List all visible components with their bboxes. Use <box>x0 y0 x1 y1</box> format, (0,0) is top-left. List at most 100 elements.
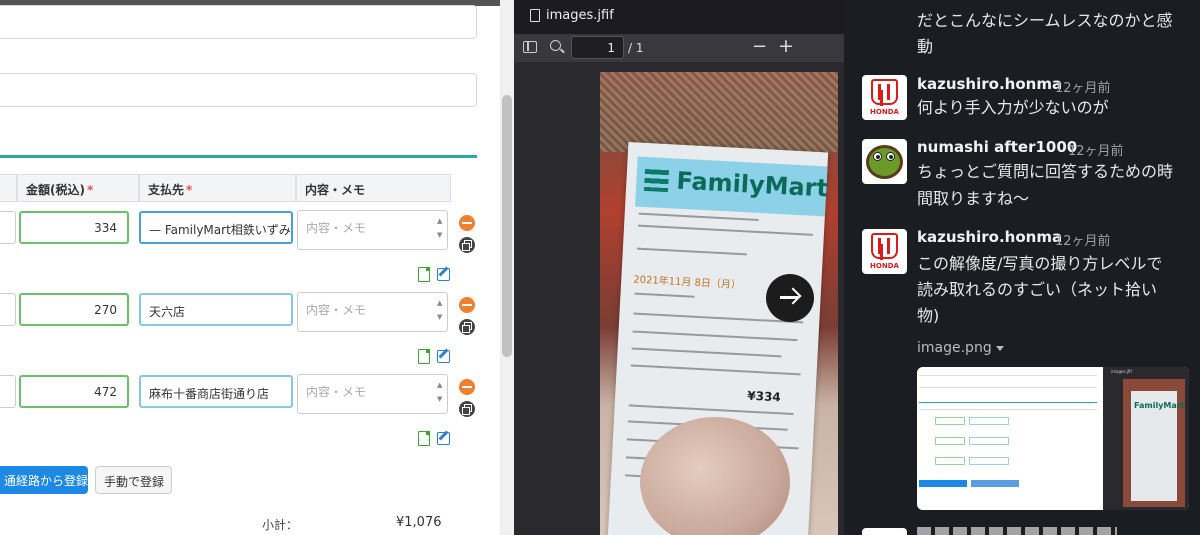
message-text: 読み取れるのすごい（ネット拾い <box>917 280 1158 299</box>
row1-edit-icon[interactable] <box>437 268 450 281</box>
message-text: 物) <box>917 306 940 325</box>
row3-date-input[interactable] <box>0 375 16 408</box>
chat-panel: だとこんなにシームレスなのかと感 動 HONDA kazushiro.honma… <box>844 0 1200 535</box>
attachment-name[interactable]: image.png <box>917 340 992 356</box>
row3-document-icon[interactable] <box>418 431 430 446</box>
search-icon[interactable] <box>550 40 561 51</box>
avatar-brand-text: HONDA <box>870 262 899 270</box>
row1-memo-input[interactable]: 内容・メモ <box>297 210 448 250</box>
familymart-brand: FamilyMart <box>675 166 829 203</box>
row3-payee-input[interactable]: 麻布十番商店街通り店 <box>139 375 293 408</box>
viewer-tab-bar: images.jfif <box>514 0 844 34</box>
zoom-out-button[interactable]: − <box>752 36 767 57</box>
message-text: 動 <box>917 37 934 56</box>
row1-payee-input[interactable]: — FamilyMart相鉄いずみ <box>139 211 293 244</box>
page-total: / 1 <box>628 41 644 55</box>
row2-copy-icon[interactable] <box>459 319 475 335</box>
column-header-payee: 支払先 * <box>139 174 296 202</box>
attachment-thumbnail[interactable]: images.jfif FamilyMart <box>917 367 1189 510</box>
thumbnail-file-name: images.jfif <box>1111 369 1132 374</box>
row1-amount-input[interactable]: 334 <box>19 211 129 244</box>
message-text: ちょっとご質問に回答するための時 <box>917 162 1174 181</box>
receipt-line <box>634 292 695 298</box>
message-username-partial <box>917 527 1117 535</box>
message-timestamp[interactable]: 12ヶ月前 <box>1068 140 1124 159</box>
honda-logo-icon <box>871 233 898 259</box>
receipt-date: 2021年11月 8日（月） <box>632 274 742 292</box>
manual-register-button[interactable]: 手動で登録 <box>95 466 172 494</box>
row3-edit-icon[interactable] <box>437 432 450 445</box>
register-via-route-button[interactable]: 通経路から登録 <box>0 466 88 494</box>
row3-memo-resize[interactable]: ▲ ▼ <box>437 378 445 408</box>
familymart-logo-band: FamilyMart <box>635 156 829 217</box>
thumbnail-form <box>917 367 1101 510</box>
expense-form-panel: 金額(税込) * 支払先 * 内容・メモ 334 — FamilyMart相鉄いずみ… <box>0 0 500 535</box>
section-divider <box>0 155 477 158</box>
kiwi-eye-icon <box>873 152 882 161</box>
sidebar-toggle-icon[interactable] <box>523 41 537 53</box>
kiwi-character-icon <box>866 145 903 179</box>
row2-document-icon[interactable] <box>418 349 430 364</box>
thumbnail-brand: FamilyMart <box>1134 401 1185 410</box>
row1-copy-icon[interactable] <box>459 237 475 253</box>
next-image-arrow-icon[interactable] <box>766 274 814 322</box>
subtotal-value: ¥1,076 <box>396 515 442 530</box>
message-text: 間取りますね〜 <box>917 189 1030 208</box>
row2-payee-input[interactable]: 天六店 <box>139 293 293 326</box>
thumbnail-viewer: images.jfif FamilyMart <box>1103 367 1189 510</box>
familymart-logo-icon <box>643 168 670 193</box>
form-field-2[interactable] <box>0 73 477 107</box>
row2-amount-input[interactable]: 270 <box>19 293 129 326</box>
message-text: 何より手入力が少ないのが <box>917 98 1109 117</box>
message-text: だとこんなにシームレスなのかと感 <box>917 11 1173 30</box>
row2-minus-circle-icon[interactable] <box>459 297 475 313</box>
receipt-line <box>638 224 813 236</box>
message-username[interactable]: numashi after1000 <box>917 138 1077 156</box>
row2-date-input[interactable] <box>0 293 16 326</box>
column-header-memo: 内容・メモ <box>296 174 451 202</box>
message-username[interactable]: kazushiro.honma <box>917 75 1062 93</box>
message-timestamp[interactable]: 12ヶ月前 <box>1055 77 1111 96</box>
receipt-line <box>630 364 801 376</box>
form-field-1[interactable] <box>0 5 477 39</box>
row3-amount-input[interactable]: 472 <box>19 375 129 408</box>
receipt-line <box>636 247 747 256</box>
avatar-brand-text: HONDA <box>870 108 899 116</box>
row2-memo-resize[interactable]: ▲ ▼ <box>437 296 445 326</box>
avatar[interactable] <box>862 139 907 184</box>
kiwi-eye-icon <box>886 152 895 161</box>
row2-memo-input[interactable]: 内容・メモ <box>297 292 448 332</box>
file-icon <box>530 9 540 22</box>
message-username[interactable]: kazushiro.honma <box>917 228 1062 246</box>
honda-logo-icon <box>871 79 898 105</box>
subtotal-label: 小計： <box>262 518 299 532</box>
receipt-total: ¥334 <box>746 388 782 405</box>
row3-copy-icon[interactable] <box>459 401 475 417</box>
row1-minus-circle-icon[interactable] <box>459 215 475 231</box>
viewer-file-name: images.jfif <box>546 8 614 23</box>
message-timestamp[interactable]: 12ヶ月前 <box>1055 230 1111 249</box>
receipt-line <box>628 404 794 416</box>
photo-background <box>600 72 838 152</box>
row1-date-input[interactable] <box>0 211 16 244</box>
avatar[interactable]: HONDA <box>862 229 907 274</box>
page-number-input[interactable]: 1 <box>571 36 624 59</box>
receipt-line <box>638 212 759 221</box>
viewer-toolbar: 1 / 1 − + <box>514 34 844 62</box>
row3-minus-circle-icon[interactable] <box>459 379 475 395</box>
row2-edit-icon[interactable] <box>437 350 450 363</box>
attachment-caret-down-icon[interactable] <box>996 346 1004 351</box>
row1-document-icon[interactable] <box>418 267 430 282</box>
avatar[interactable] <box>862 528 907 535</box>
form-scrollbar-thumb[interactable] <box>502 95 512 357</box>
avatar[interactable]: HONDA <box>862 75 907 120</box>
row1-memo-resize[interactable]: ▲ ▼ <box>437 214 445 244</box>
zoom-in-button[interactable]: + <box>778 35 794 57</box>
receipt-line <box>631 347 782 358</box>
receipt-line <box>632 330 798 342</box>
row3-memo-input[interactable]: 内容・メモ <box>297 374 448 414</box>
column-header-amount: 金額(税込) * <box>17 174 139 202</box>
column-header-date <box>0 174 17 202</box>
thumb <box>640 417 790 535</box>
pdf-viewer: images.jfif 1 / 1 − + FamilyMart 2021年11… <box>514 0 844 535</box>
